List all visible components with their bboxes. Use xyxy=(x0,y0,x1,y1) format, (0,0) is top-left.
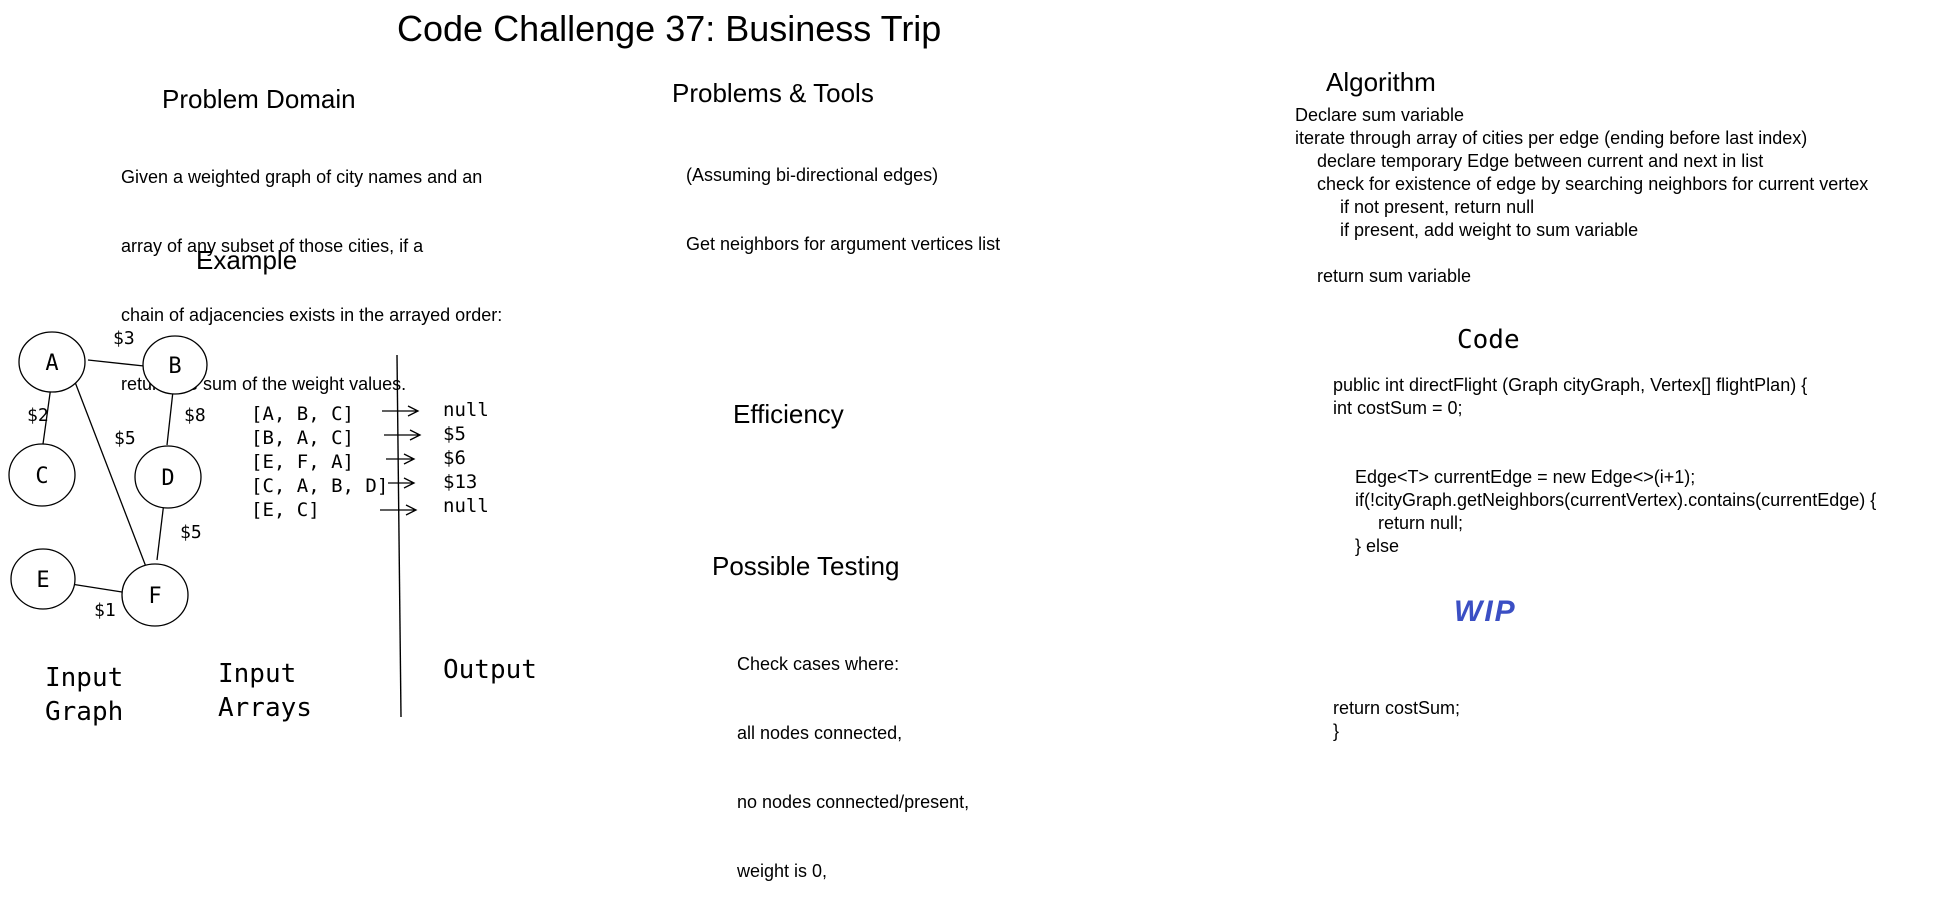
output-value: $13 xyxy=(443,471,477,493)
svg-text:A: A xyxy=(45,351,58,376)
testing-line: no nodes connected/present, xyxy=(737,792,970,812)
caption-input-graph: Input xyxy=(45,663,123,693)
example-heading: Example xyxy=(196,245,298,275)
edge-weight: $1 xyxy=(94,600,116,621)
edge-b-d xyxy=(166,390,174,446)
problems-tools-line: (Assuming bi-directional edges) xyxy=(686,165,939,185)
input-array: [E, C] xyxy=(251,499,320,521)
code-line: return null; xyxy=(1378,513,1464,533)
algorithm-line: if not present, return null xyxy=(1340,197,1535,217)
input-array: [E, F, A] xyxy=(251,451,354,473)
algorithm-line: check for existence of edge by searching… xyxy=(1317,174,1869,194)
caption-input-arrays: Arrays xyxy=(218,693,312,723)
algorithm-line: if present, add weight to sum variable xyxy=(1340,220,1639,240)
algorithm-line: iterate through array of cities per edge… xyxy=(1295,128,1808,148)
efficiency-heading: Efficiency xyxy=(733,399,844,429)
code-line: return costSum; xyxy=(1333,698,1461,718)
output-value: null xyxy=(443,495,489,517)
code-line: } xyxy=(1333,721,1340,741)
algorithm-line: declare temporary Edge between current a… xyxy=(1317,151,1764,171)
caption-input-graph: Graph xyxy=(45,697,123,727)
code-line: } else xyxy=(1355,536,1400,556)
caption-output: Output xyxy=(443,655,537,685)
output-value: null xyxy=(443,399,489,421)
edge-weight: $8 xyxy=(184,405,206,426)
svg-text:D: D xyxy=(161,466,174,491)
problems-tools-line: Get neighbors for argument vertices list xyxy=(686,234,1001,254)
code-heading: Code xyxy=(1457,325,1520,355)
edge-weight: $2 xyxy=(27,405,49,426)
graph-node: B xyxy=(142,335,208,395)
testing-line: all nodes connected, xyxy=(737,723,903,743)
algorithm-line: return sum variable xyxy=(1317,266,1472,286)
problems-tools-heading: Problems & Tools xyxy=(672,78,874,108)
code-line: public int directFlight (Graph cityGraph… xyxy=(1333,375,1808,395)
input-array: [A, B, C] xyxy=(251,403,354,425)
code-line: Edge<T> currentEdge = new Edge<>(i+1); xyxy=(1355,467,1696,487)
edge-d-f xyxy=(156,501,165,561)
problems-tools-text: (Assuming bi-directional edges) Get neig… xyxy=(686,118,1000,279)
edge-e-f xyxy=(70,583,123,593)
divider-line xyxy=(396,354,402,718)
svg-text:F: F xyxy=(148,584,161,609)
output-value: $5 xyxy=(443,423,466,445)
code-line: if(!cityGraph.getNeighbors(currentVertex… xyxy=(1355,490,1877,510)
caption-input-arrays: Input xyxy=(218,659,296,689)
problem-domain-heading: Problem Domain xyxy=(162,84,356,114)
edge-weight: $3 xyxy=(113,328,135,349)
algorithm-line: Declare sum variable xyxy=(1295,105,1465,125)
problem-domain-line: array of any subset of those cities, if … xyxy=(121,236,424,256)
graph-node: A xyxy=(18,331,86,393)
graph-node: C xyxy=(8,443,76,507)
input-array: [B, A, C] xyxy=(251,427,354,449)
testing-line: Check cases where: xyxy=(737,654,900,674)
algorithm-heading: Algorithm xyxy=(1326,67,1436,97)
testing-line: weight is 0, xyxy=(737,861,828,881)
testing-text: Check cases where: all nodes connected, … xyxy=(737,607,969,906)
wip-label: WIP xyxy=(1454,595,1517,628)
output-value: $6 xyxy=(443,447,466,469)
svg-text:C: C xyxy=(35,464,48,489)
graph-node: F xyxy=(121,563,189,627)
page-title: Code Challenge 37: Business Trip xyxy=(397,8,942,49)
arrow-icon xyxy=(380,405,422,516)
problem-domain-line: Given a weighted graph of city names and… xyxy=(121,167,483,187)
edge-weight: $5 xyxy=(180,522,202,543)
graph-node: E xyxy=(10,548,76,610)
graph-node: D xyxy=(134,445,202,509)
svg-text:E: E xyxy=(36,568,49,593)
testing-heading: Possible Testing xyxy=(712,551,900,581)
svg-text:B: B xyxy=(168,354,181,379)
edge-a-b xyxy=(87,359,145,367)
edge-weight: $5 xyxy=(114,428,136,449)
input-array: [C, A, B, D] xyxy=(251,475,388,497)
example-diagram: A B C D E F $3 $2 $8 $5 $5 $1 [A, B, C] … xyxy=(8,328,537,727)
code-line: int costSum = 0; xyxy=(1333,398,1463,418)
